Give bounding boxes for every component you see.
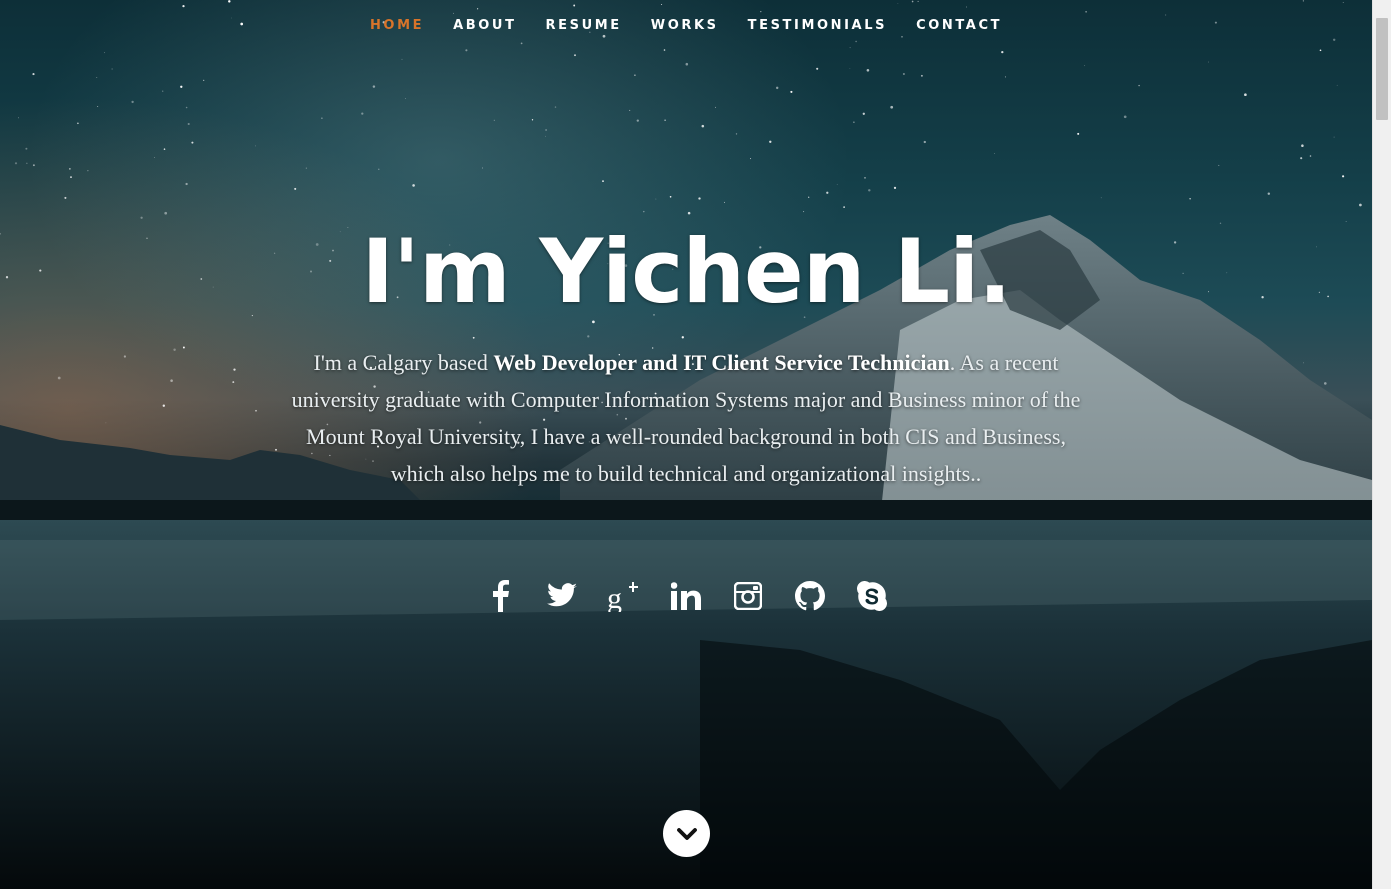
social-links: g	[0, 575, 1372, 617]
instagram-icon[interactable]	[717, 575, 779, 617]
linkedin-icon[interactable]	[655, 575, 717, 617]
intro-text-start: I'm a Calgary based	[313, 350, 494, 375]
nav-item-home[interactable]: HOME	[355, 17, 438, 35]
nav-item-contact[interactable]: CONTACT	[902, 17, 1017, 35]
intro-text-bold: Web Developer and IT Client Service Tech…	[493, 350, 950, 375]
nav-item-resume[interactable]: RESUME	[531, 17, 636, 35]
skype-icon[interactable]	[841, 575, 903, 617]
facebook-icon[interactable]	[469, 575, 531, 617]
hero-intro: I'm a Calgary based Web Developer and IT…	[290, 344, 1082, 492]
hero-title: I'm Yichen Li.	[361, 220, 1011, 323]
main-nav: HOME ABOUT RESUME WORKS TESTIMONIALS CON…	[0, 17, 1372, 35]
nav-item-works[interactable]: WORKS	[636, 17, 733, 35]
svg-text:g: g	[607, 582, 622, 612]
scroll-down-button[interactable]	[663, 810, 710, 857]
nav-item-testimonials[interactable]: TESTIMONIALS	[733, 17, 901, 35]
nav-item-about[interactable]: ABOUT	[439, 17, 531, 35]
github-icon[interactable]	[779, 575, 841, 617]
google-plus-icon[interactable]: g	[593, 575, 655, 617]
scrollbar-thumb[interactable]	[1376, 18, 1388, 120]
twitter-icon[interactable]	[531, 575, 593, 617]
chevron-down-icon	[676, 827, 697, 840]
page-scrollbar[interactable]	[1372, 0, 1391, 889]
